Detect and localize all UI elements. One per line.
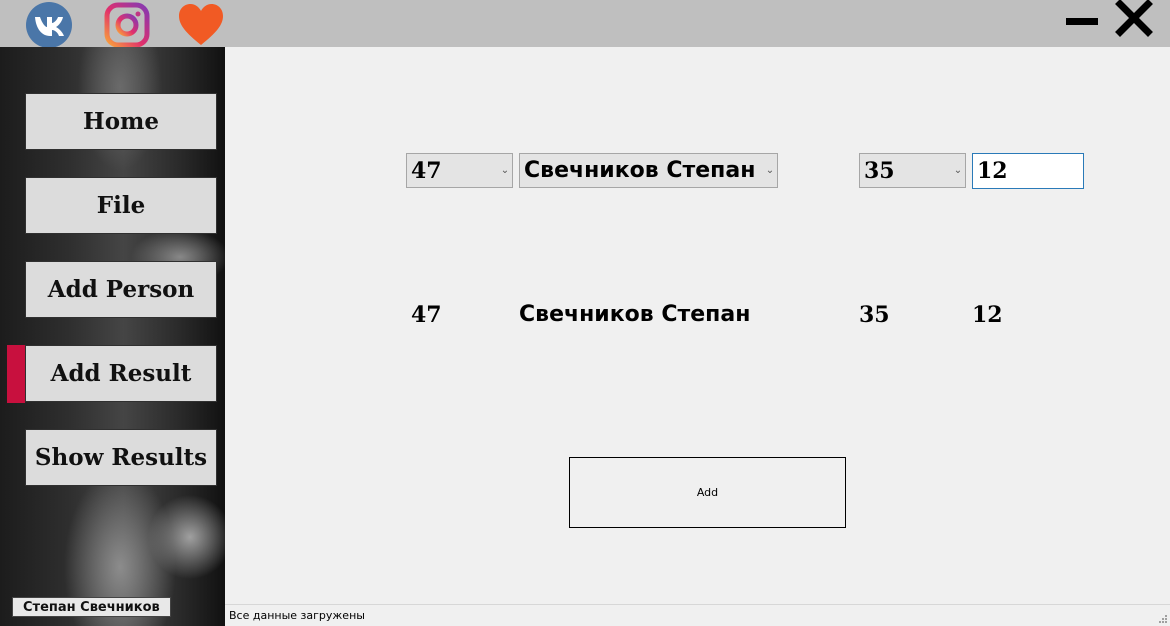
sidebar-item-home[interactable]: Home: [25, 93, 217, 150]
chevron-down-icon: ⌄: [500, 165, 510, 176]
vk-icon[interactable]: [26, 2, 72, 48]
active-indicator: [7, 345, 25, 403]
chevron-down-icon: ⌄: [953, 165, 963, 176]
person-select-value: Свечников Степан: [524, 158, 756, 183]
sidebar-item-label: Add Person: [47, 276, 195, 303]
user-name-badge: Степан Свечников: [12, 597, 171, 617]
status-bar: Все данные загружены: [225, 604, 1170, 626]
add-button-label: Add: [696, 486, 719, 499]
chevron-down-icon: ⌄: [765, 165, 775, 176]
number-select-value: 47: [411, 157, 442, 184]
minimize-icon[interactable]: [1064, 0, 1104, 40]
status-text: Все данные загружены: [229, 609, 365, 622]
preview-result: 35: [859, 302, 890, 328]
close-icon[interactable]: [1114, 0, 1154, 40]
preview-person: Свечников Степан: [519, 302, 751, 327]
sidebar-item-label: File: [96, 192, 146, 219]
preview-value: 12: [972, 302, 1003, 328]
result-select[interactable]: 35 ⌄: [859, 153, 966, 188]
sidebar-item-add-person[interactable]: Add Person: [25, 261, 217, 318]
sidebar-item-add-result[interactable]: Add Result: [25, 345, 217, 402]
sidebar-item-file[interactable]: File: [25, 177, 217, 234]
title-bar: [0, 0, 1170, 48]
value-input[interactable]: [972, 153, 1084, 189]
resize-grip-icon[interactable]: [1158, 614, 1168, 624]
preview-number: 47: [411, 302, 442, 328]
sidebar: Home File Add Person Add Result Show Res…: [0, 47, 225, 626]
person-select[interactable]: Свечников Степан ⌄: [519, 153, 778, 188]
heart-icon[interactable]: [178, 2, 224, 48]
result-select-value: 35: [864, 157, 895, 184]
sidebar-item-label: Show Results: [34, 444, 208, 471]
sidebar-item-label: Add Result: [50, 360, 192, 387]
add-button[interactable]: Add: [569, 457, 846, 528]
instagram-icon[interactable]: [104, 2, 150, 48]
sidebar-item-show-results[interactable]: Show Results: [25, 429, 217, 486]
sidebar-item-label: Home: [82, 108, 160, 135]
number-select[interactable]: 47 ⌄: [406, 153, 513, 188]
